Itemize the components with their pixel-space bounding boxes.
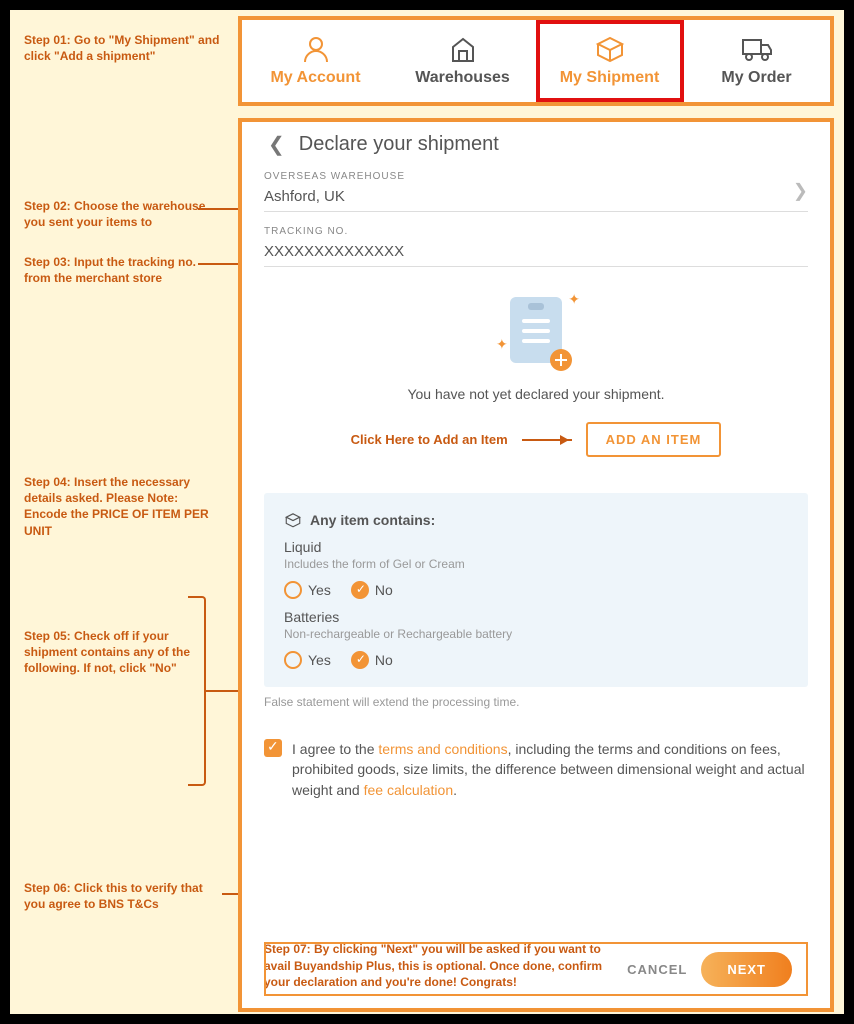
back-button[interactable]: ❮ [264,132,289,157]
clipboard-icon [510,297,562,363]
warehouse-value: Ashford, UK [264,188,808,205]
agree-text: I agree to the terms and conditions, inc… [292,739,808,800]
yes-label: Yes [308,582,331,598]
page-title: Declare your shipment [299,133,499,156]
batteries-no-radio[interactable]: No [351,651,393,669]
card-heading: Any item contains: [310,512,435,528]
liquid-desc: Includes the form of Gel or Cream [284,557,788,571]
no-label: No [375,582,393,598]
add-item-button[interactable]: ADD AN ITEM [586,422,722,457]
step-2-label: Step 02: Choose the warehouse you sent y… [24,198,224,230]
step-1-label: Step 01: Go to "My Shipment" and click "… [24,32,224,64]
agree-prefix: I agree to the [292,741,378,757]
agree-checkbox[interactable] [264,739,282,757]
nav-label: My Account [270,69,360,87]
box-icon [594,35,626,63]
warehouse-label: OVERSEAS WAREHOUSE [264,171,808,182]
batteries-desc: Non-rechargeable or Rechargeable battery [284,627,788,641]
step-4-label: Step 04: Insert the necessary details as… [24,474,224,539]
no-label: No [375,652,393,668]
warehouse-icon [448,35,478,63]
yes-label: Yes [308,652,331,668]
tracking-value: XXXXXXXXXXXXXX [264,243,808,260]
plus-icon [550,349,572,371]
main-panel: ❮ Declare your shipment OVERSEAS WAREHOU… [238,118,834,1012]
sparkle-icon: ✦ [496,336,508,353]
liquid-no-radio[interactable]: No [351,581,393,599]
sparkle-icon: ✦ [568,291,580,308]
agree-suffix: . [453,782,457,798]
next-button[interactable]: NEXT [701,952,792,987]
chevron-right-icon: ❯ [793,181,808,202]
nav-my-order[interactable]: My Order [683,20,830,102]
terms-link[interactable]: terms and conditions [378,741,507,757]
box-icon [284,511,302,529]
warehouse-field[interactable]: OVERSEAS WAREHOUSE Ashford, UK ❯ [264,171,808,212]
step-6-label: Step 06: Click this to verify that you a… [24,880,224,912]
person-icon [301,35,331,63]
tracking-field[interactable]: TRACKING NO. XXXXXXXXXXXXXX [264,226,808,267]
nav-label: Warehouses [415,69,510,87]
arrow-icon [522,439,572,441]
nav-my-account[interactable]: My Account [242,20,389,102]
fee-link[interactable]: fee calculation [364,782,454,798]
bracket-step-5 [188,596,206,786]
footer-bar: CANCEL NEXT [264,942,808,996]
batteries-yes-radio[interactable]: Yes [284,651,331,669]
empty-state-text: You have not yet declared your shipment. [264,386,808,402]
batteries-label: Batteries [284,609,788,625]
click-here-label: Click Here to Add an Item [351,432,508,447]
tracking-label: TRACKING NO. [264,226,808,237]
nav-warehouses[interactable]: Warehouses [389,20,536,102]
nav-label: My Order [721,69,791,87]
nav-label: My Shipment [560,69,660,87]
nav-my-shipment[interactable]: My Shipment [536,20,683,102]
liquid-label: Liquid [284,539,788,555]
cancel-button[interactable]: CANCEL [627,962,687,977]
top-nav: My Account Warehouses My Shipment My Ord… [238,16,834,106]
false-statement-note: False statement will extend the processi… [264,695,808,709]
step-3-label: Step 03: Input the tracking no. from the… [24,254,224,286]
canvas: Step 01: Go to "My Shipment" and click "… [10,10,844,1014]
truck-icon [740,35,774,63]
liquid-yes-radio[interactable]: Yes [284,581,331,599]
contains-card: Any item contains: Liquid Includes the f… [264,493,808,687]
